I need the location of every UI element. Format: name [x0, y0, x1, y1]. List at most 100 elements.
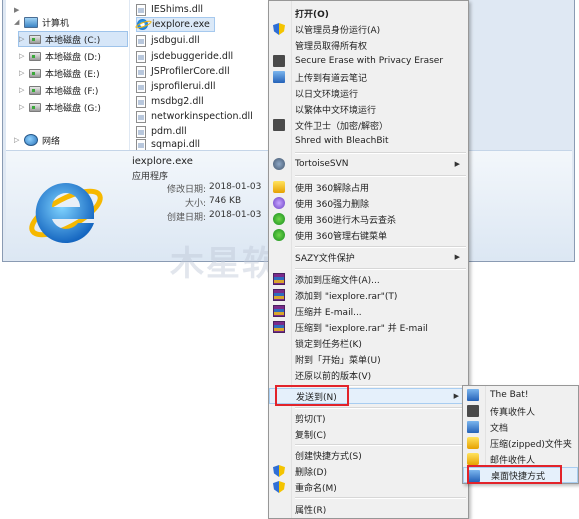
hard-drive-icon	[29, 85, 41, 95]
menu-item-run-japanese[interactable]: 以日文环境运行	[269, 85, 468, 101]
send-to-the-bat[interactable]: The Bat!	[463, 387, 578, 403]
nav-item-drive-e[interactable]: ▷ 本地磁盘 (E:)	[19, 65, 100, 81]
dll-file-icon	[136, 34, 146, 47]
file-item[interactable]: jsdebuggeride.dll	[136, 49, 233, 64]
send-to-zip[interactable]: 压缩(zipped)文件夹	[463, 435, 578, 451]
menu-item-properties[interactable]: 属性(R)	[269, 501, 468, 517]
file-name: jsdebuggeride.dll	[151, 51, 234, 62]
menu-item-pin-taskbar[interactable]: 锁定到任务栏(K)	[269, 335, 468, 351]
360-unlock-icon	[273, 181, 285, 193]
menu-item-label: Shred with BleachBit	[295, 136, 389, 146]
file-name: pdm.dll	[151, 126, 187, 137]
menu-item-label: 复制(C)	[295, 430, 327, 441]
menu-item-compress-rar-email[interactable]: 压缩到 "iexplore.rar" 并 E-mail	[269, 319, 468, 335]
menu-item-label: 上传到有道云笔记	[295, 73, 368, 84]
nav-item-drive-d[interactable]: ▷ 本地磁盘 (D:)	[19, 48, 101, 64]
nav-item-drive-g[interactable]: ▷ 本地磁盘 (G:)	[19, 99, 101, 115]
menu-item-take-ownership[interactable]: 管理员取得所有权	[269, 37, 468, 53]
menu-item-label: 创建快捷方式(S)	[295, 451, 362, 462]
360-scan-icon	[273, 213, 285, 225]
menu-item-cut[interactable]: 剪切(T)	[269, 410, 468, 426]
send-to-fax[interactable]: 传真收件人	[463, 403, 578, 419]
file-name: jsprofilerui.dll	[151, 81, 216, 92]
detail-size-label: 大小:	[184, 199, 206, 209]
menu-item-360-menu[interactable]: 使用 360管理右键菜单	[269, 227, 468, 243]
uac-shield-icon	[273, 481, 285, 493]
file-item[interactable]: JSProfilerCore.dll	[136, 64, 230, 79]
detail-modified-value: 2018-01-03	[209, 182, 262, 192]
menu-item-run-as-admin[interactable]: 以管理员身份运行(A)	[269, 21, 468, 37]
detail-size-value: 746 KB	[209, 196, 242, 206]
menu-item-create-shortcut[interactable]: 创建快捷方式(S)	[269, 447, 468, 463]
menu-item-add-rar[interactable]: 添加到 "iexplore.rar"(T)	[269, 287, 468, 303]
nav-item-drive-f[interactable]: ▷ 本地磁盘 (F:)	[19, 82, 98, 98]
nav-computer-label: 计算机	[42, 18, 70, 29]
menu-item-label: 使用 360强力删除	[295, 199, 370, 210]
menu-item-label: 打开(O)	[295, 9, 329, 20]
menu-item-label: 使用 360解除占用	[295, 183, 370, 194]
dll-file-icon	[136, 95, 146, 108]
menu-item-360-scan[interactable]: 使用 360进行木马云查杀	[269, 211, 468, 227]
dll-file-icon	[136, 50, 146, 63]
drive-label: 本地磁盘 (D:)	[45, 52, 101, 63]
navigation-pane[interactable]: ▶ ◢ 计算机 ▷ 本地磁盘 (C:) ▷ 本地磁盘 (D:) ▷ 本地磁盘 (…	[6, 0, 129, 150]
menu-item-file-guard[interactable]: 文件卫士（加密/解密）	[269, 117, 468, 133]
menu-item-open[interactable]: 打开(O)	[269, 5, 468, 21]
menu-item-label: 使用 360管理右键菜单	[295, 231, 388, 242]
menu-item-restore-previous[interactable]: 还原以前的版本(V)	[269, 367, 468, 383]
send-to-documents[interactable]: 文档	[463, 419, 578, 435]
file-item[interactable]: pdm.dll	[136, 124, 187, 139]
menu-item-label: 重命名(M)	[295, 483, 337, 494]
nav-item-network[interactable]: ▷ 网络	[14, 132, 60, 148]
submenu-item-label: 邮件收件人	[490, 455, 536, 466]
menu-item-360-unlock[interactable]: 使用 360解除占用	[269, 179, 468, 195]
menu-item-add-archive[interactable]: 添加到压缩文件(A)...	[269, 271, 468, 287]
menu-item-run-traditional[interactable]: 以繁体中文环境运行	[269, 101, 468, 117]
send-to-highlight-box	[275, 385, 349, 406]
file-list[interactable]: IEShims.dll iexplore.exe jsdbgui.dll jsd…	[130, 0, 270, 150]
file-item[interactable]: jsdbgui.dll	[136, 33, 200, 48]
zip-folder-icon	[467, 437, 479, 449]
menu-item-compress-email[interactable]: 压缩并 E-mail...	[269, 303, 468, 319]
nav-item-drive-c[interactable]: ▷ 本地磁盘 (C:)	[18, 31, 128, 47]
chevron-right-icon: ▷	[19, 52, 25, 60]
file-item[interactable]: sqmapi.dll	[136, 139, 200, 150]
file-item[interactable]: networkinspection.dll	[136, 109, 253, 124]
menu-item-delete[interactable]: 删除(D)	[269, 463, 468, 479]
file-item[interactable]: IEShims.dll	[136, 2, 203, 17]
dll-file-icon	[136, 65, 146, 78]
desktop-shortcut-highlight-box	[467, 465, 562, 484]
drive-label: 本地磁盘 (G:)	[45, 103, 101, 114]
menu-item-tortoise-svn[interactable]: TortoiseSVN ▶	[269, 156, 468, 172]
menu-item-label: 压缩到 "iexplore.rar" 并 E-mail	[295, 323, 428, 334]
menu-item-sazy[interactable]: SAZY文件保护 ▶	[269, 249, 468, 265]
context-menu[interactable]: 打开(O) 以管理员身份运行(A) 管理员取得所有权 Secure Erase …	[268, 0, 469, 519]
file-item-selected[interactable]: iexplore.exe	[136, 17, 215, 32]
menu-item-label: TortoiseSVN	[295, 159, 349, 169]
privacy-eraser-icon	[273, 55, 285, 67]
nav-item-computer[interactable]: ◢ 计算机	[14, 14, 69, 30]
menu-item-secure-erase[interactable]: Secure Erase with Privacy Eraser	[269, 53, 468, 69]
youdao-note-icon	[273, 71, 285, 83]
menu-item-upload-youdao[interactable]: 上传到有道云笔记	[269, 69, 468, 85]
menu-item-copy[interactable]: 复制(C)	[269, 426, 468, 442]
file-name: msdbg2.dll	[151, 96, 204, 107]
menu-separator	[295, 407, 466, 409]
menu-item-label: 添加到压缩文件(A)...	[295, 275, 380, 286]
uac-shield-icon	[273, 465, 285, 477]
menu-item-rename[interactable]: 重命名(M)	[269, 479, 468, 495]
menu-item-pin-start[interactable]: 附到「开始」菜单(U)	[269, 351, 468, 367]
detail-file-name: iexplore.exe	[132, 156, 193, 167]
menu-separator	[295, 444, 466, 446]
menu-item-label: 文件卫士（加密/解密）	[295, 121, 389, 132]
winrar-icon	[273, 305, 285, 317]
drive-label: 本地磁盘 (E:)	[45, 69, 100, 80]
file-item[interactable]: jsprofilerui.dll	[136, 79, 216, 94]
winrar-icon	[273, 273, 285, 285]
file-item[interactable]: msdbg2.dll	[136, 94, 204, 109]
menu-item-360-force-delete[interactable]: 使用 360强力删除	[269, 195, 468, 211]
menu-item-shred-bleachbit[interactable]: Shred with BleachBit	[269, 133, 468, 149]
dll-file-icon	[136, 80, 146, 93]
tortoise-svn-icon	[273, 158, 285, 170]
chevron-right-icon: ▷	[19, 86, 25, 94]
